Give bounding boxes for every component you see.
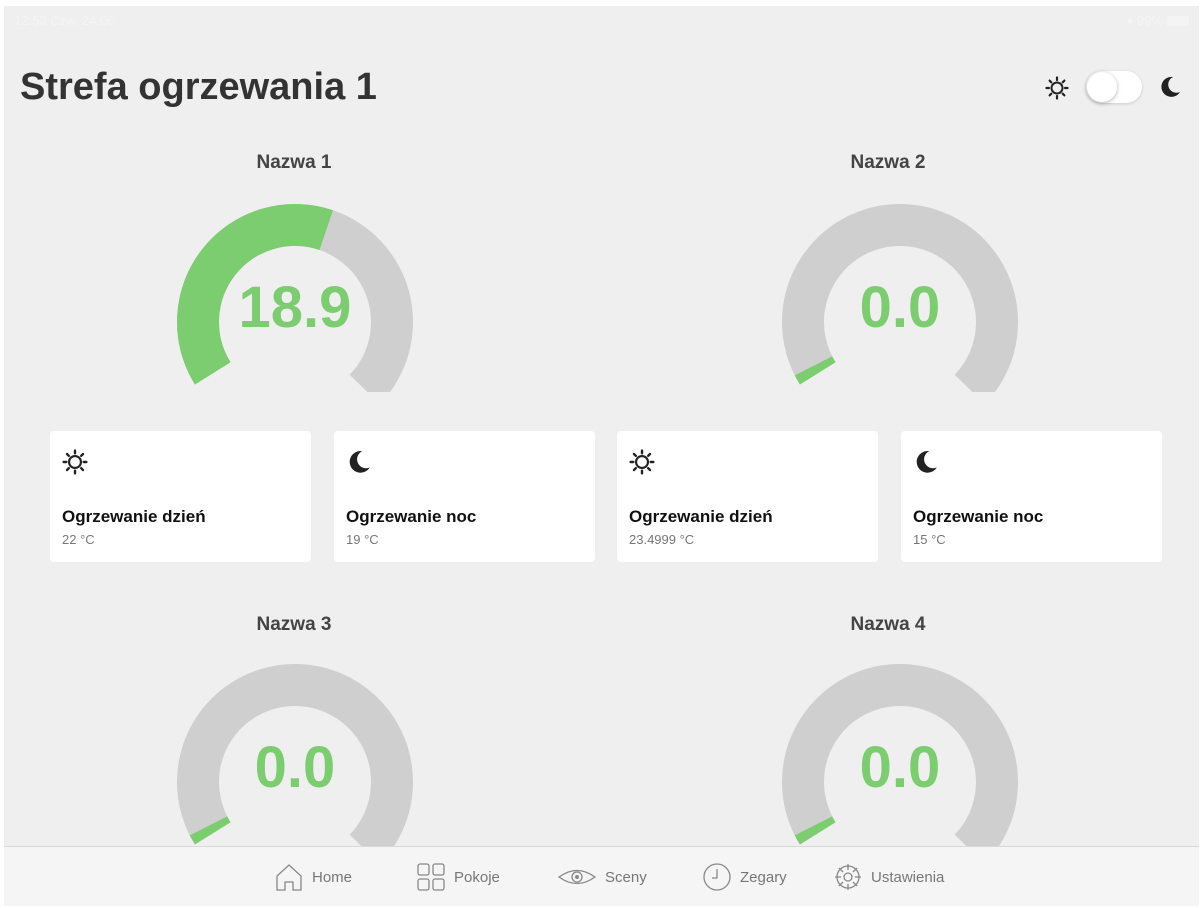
eye-icon (557, 869, 597, 885)
battery-percent: 99% (1136, 13, 1163, 28)
zone-name: Nazwa 1 (256, 152, 332, 173)
battery-icon (1167, 15, 1189, 26)
day-night-toggle-group (1045, 68, 1185, 108)
day-night-toggle[interactable] (1086, 71, 1142, 103)
rooms-grid-icon (417, 863, 445, 891)
tab-label: Sceny (605, 868, 647, 886)
gauge-value: 18.9 (238, 275, 352, 340)
gauge-value: 0.0 (859, 735, 941, 800)
night-heating-card[interactable]: Ogrzewanie noc 15 °C (901, 431, 1162, 562)
card-title: Ogrzewanie noc (346, 507, 477, 526)
toggle-knob[interactable] (1087, 72, 1117, 102)
gauge-value: 0.0 (859, 275, 941, 340)
tab-home[interactable]: Home (274, 847, 352, 906)
card-title: Ogrzewanie dzień (62, 507, 206, 526)
moon-icon (916, 451, 937, 473)
moon-icon (349, 451, 370, 473)
tab-label: Zegary (740, 868, 787, 886)
tab-label: Pokoje (454, 868, 500, 886)
tab-ustawienia[interactable]: Ustawienia (833, 847, 944, 906)
clock-icon (703, 863, 731, 891)
gauge-fill (794, 816, 836, 845)
moon-icon (1161, 76, 1180, 97)
settings-gear-icon (835, 864, 861, 890)
card-value: 19 °C (346, 532, 379, 547)
card-title: Ogrzewanie dzień (629, 507, 773, 526)
sun-icon (1045, 76, 1069, 100)
day-heating-card[interactable]: Ogrzewanie dzień 22 °C (50, 431, 311, 562)
card-title: Ogrzewanie noc (913, 507, 1044, 526)
tab-sceny[interactable]: Sceny (557, 847, 647, 906)
day-heating-card[interactable]: Ogrzewanie dzień 23.4999 °C (617, 431, 878, 562)
wifi-icon: ● (1126, 14, 1133, 27)
status-time-date: 12:53 Czw. 24.06 (14, 13, 115, 28)
temperature-gauge: 0.0 (770, 652, 1030, 864)
app-screen: 12:53 Czw. 24.06 ● 99% Strefa ogrzewania… (4, 6, 1199, 906)
gauge-fill (794, 356, 836, 385)
tab-zegary[interactable]: Zegary (702, 847, 787, 906)
zone-name: Nazwa 2 (850, 152, 926, 173)
card-value: 22 °C (62, 532, 95, 547)
temperature-gauge: 18.9 (165, 192, 425, 404)
tab-label: Home (312, 868, 353, 886)
bottom-tab-bar: Home Pokoje Sceny Zegary Ustawienia (4, 846, 1199, 906)
zone-name: Nazwa 4 (850, 614, 926, 635)
temperature-gauge: 0.0 (165, 652, 425, 864)
tab-label: Ustawienia (871, 868, 945, 886)
status-bar: 12:53 Czw. 24.06 ● 99% (4, 6, 1199, 34)
page-title: Strefa ogrzewania 1 (20, 66, 377, 108)
sun-icon (629, 449, 655, 475)
temperature-gauge: 0.0 (770, 192, 1030, 404)
tab-pokoje[interactable]: Pokoje (416, 847, 500, 906)
status-indicators: ● 99% (1126, 13, 1189, 28)
card-value: 15 °C (913, 532, 946, 547)
card-value: 23.4999 °C (629, 532, 695, 547)
home-icon (276, 864, 302, 891)
zone-name: Nazwa 3 (256, 614, 332, 635)
sun-icon (62, 449, 88, 475)
gauge-value: 0.0 (254, 735, 336, 800)
gauge-fill (189, 816, 231, 845)
night-heating-card[interactable]: Ogrzewanie noc 19 °C (334, 431, 595, 562)
